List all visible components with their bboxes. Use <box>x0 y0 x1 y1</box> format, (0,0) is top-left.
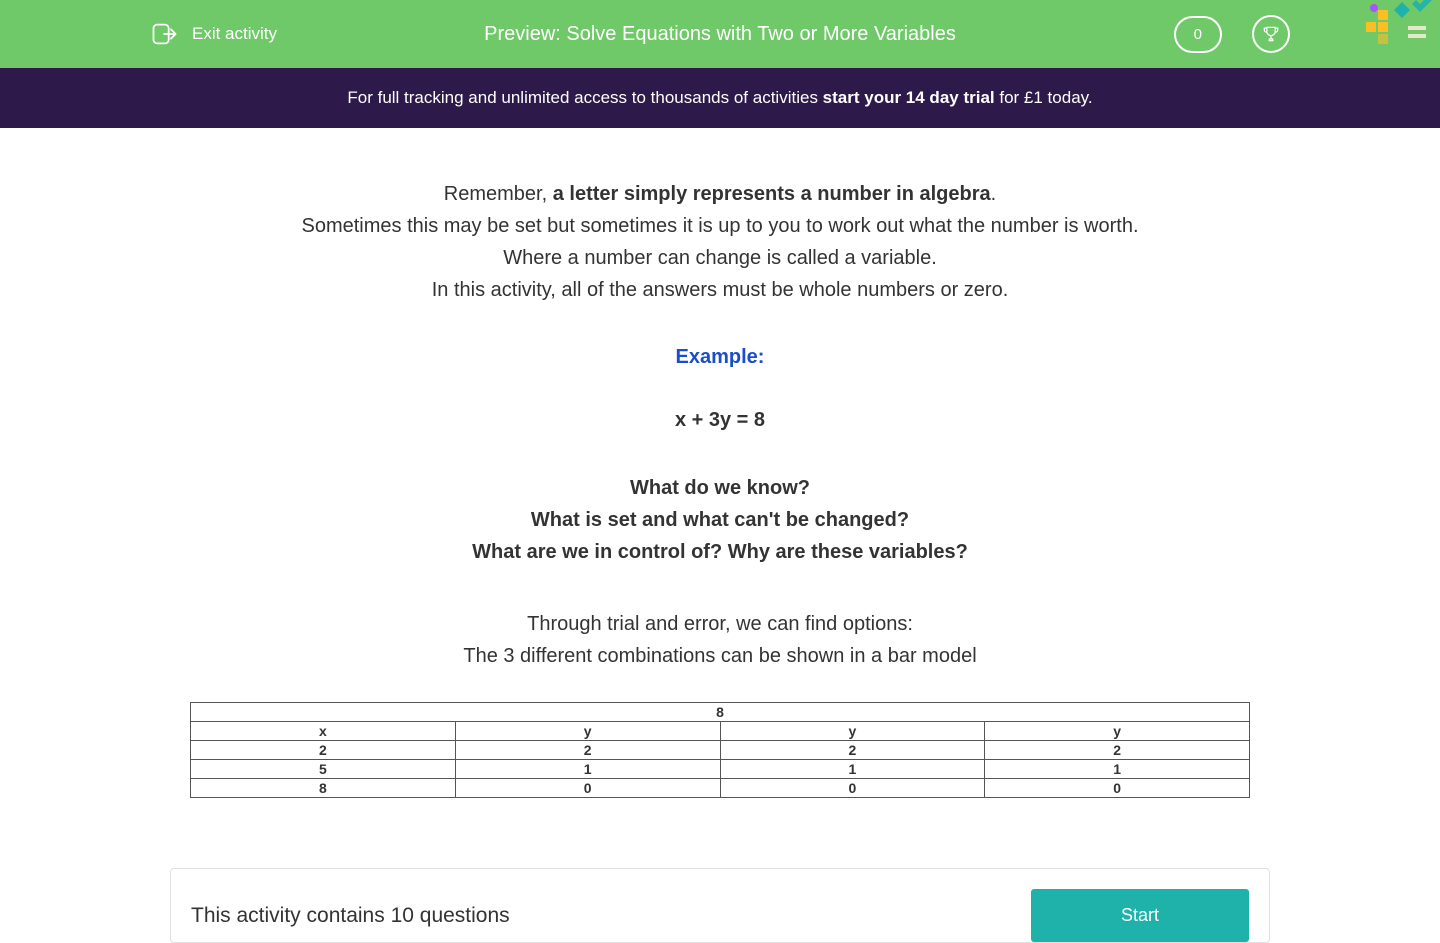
header-right: 0 <box>1174 15 1290 53</box>
table-header: y <box>455 722 720 741</box>
table-cell: 2 <box>455 741 720 760</box>
score-badge: 0 <box>1174 16 1222 53</box>
trophy-button[interactable] <box>1252 15 1290 53</box>
intro-line1-prefix: Remember, <box>444 183 553 205</box>
table-cell: 2 <box>720 741 985 760</box>
question-1: What do we know? <box>630 477 810 499</box>
table-cell: 2 <box>191 741 456 760</box>
equation: x + 3y = 8 <box>190 409 1250 432</box>
bar-model-table: 8 x y y y 2 2 2 2 5 1 1 1 8 0 0 0 <box>190 702 1250 798</box>
table-cell: 5 <box>191 760 456 779</box>
table-top: 8 <box>191 703 1250 722</box>
exit-activity-button[interactable]: Exit activity <box>150 20 277 48</box>
intro-line1-suffix: . <box>991 183 997 205</box>
trial-text: Through trial and error, we can find opt… <box>190 608 1250 672</box>
table-header: x <box>191 722 456 741</box>
footer-card: This activity contains 10 questions Star… <box>170 868 1270 943</box>
table-header: y <box>985 722 1250 741</box>
table-cell: 8 <box>191 779 456 798</box>
start-button[interactable]: Start <box>1031 889 1249 942</box>
question-2: What is set and what can't be changed? <box>531 509 909 531</box>
example-label: Example: <box>190 346 1250 369</box>
trophy-icon <box>1261 24 1281 44</box>
trial-banner[interactable]: For full tracking and unlimited access t… <box>0 68 1440 128</box>
banner-bold: start your 14 day trial <box>823 88 995 107</box>
table-cell: 0 <box>720 779 985 798</box>
intro-line3: Where a number can change is called a va… <box>503 247 937 269</box>
banner-suffix: for £1 today. <box>995 88 1093 107</box>
table-cell: 1 <box>455 760 720 779</box>
logo-icon <box>1360 0 1440 50</box>
table-cell: 2 <box>985 741 1250 760</box>
exit-activity-label: Exit activity <box>192 24 277 44</box>
table-cell: 1 <box>985 760 1250 779</box>
footer-text: This activity contains 10 questions <box>191 904 510 928</box>
table-header: y <box>720 722 985 741</box>
content: Remember, a letter simply represents a n… <box>170 128 1270 868</box>
exit-icon <box>150 20 178 48</box>
trial-line2: The 3 different combinations can be show… <box>463 645 976 667</box>
intro-line2: Sometimes this may be set but sometimes … <box>301 215 1138 237</box>
intro-line1-bold: a letter simply represents a number in a… <box>553 183 991 205</box>
page-title: Preview: Solve Equations with Two or Mor… <box>484 23 956 46</box>
questions-block: What do we know? What is set and what ca… <box>190 472 1250 568</box>
intro-line4: In this activity, all of the answers mus… <box>432 279 1009 301</box>
table-cell: 0 <box>455 779 720 798</box>
intro-text: Remember, a letter simply represents a n… <box>190 178 1250 306</box>
trial-line1: Through trial and error, we can find opt… <box>527 613 913 635</box>
header: Exit activity Preview: Solve Equations w… <box>0 0 1440 68</box>
table-cell: 1 <box>720 760 985 779</box>
table-cell: 0 <box>985 779 1250 798</box>
banner-prefix: For full tracking and unlimited access t… <box>347 88 822 107</box>
question-3: What are we in control of? Why are these… <box>472 541 968 563</box>
